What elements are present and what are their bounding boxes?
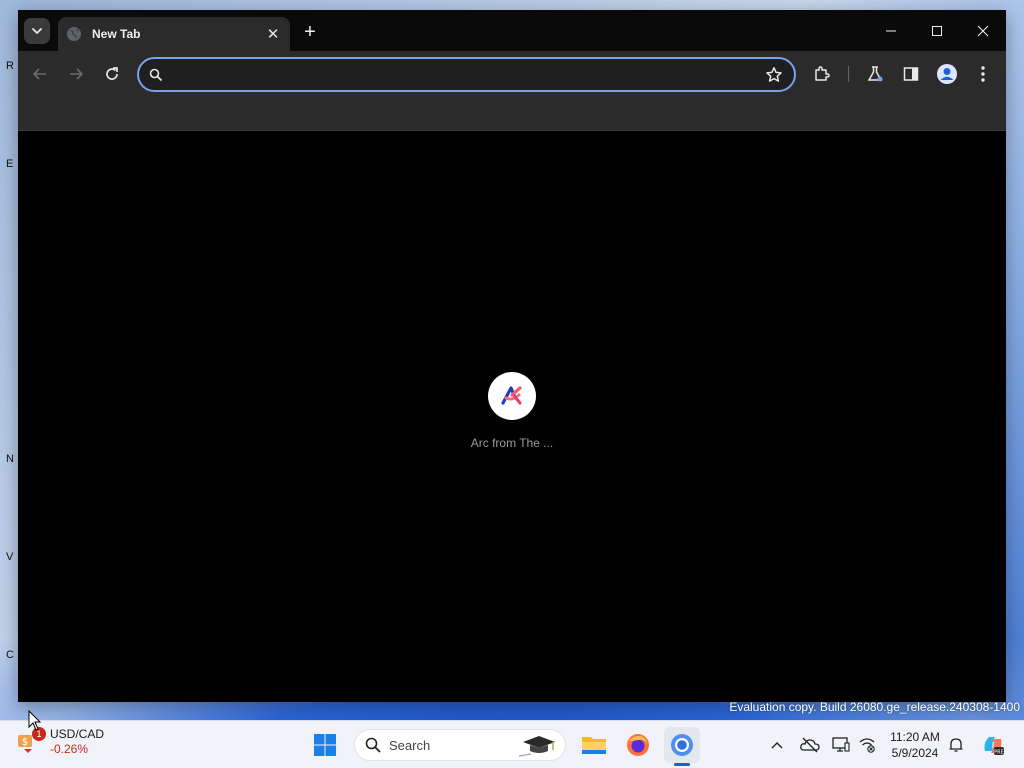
extensions-icon[interactable] (810, 62, 834, 86)
back-arrow-icon[interactable] (28, 62, 52, 86)
address-bar[interactable] (137, 57, 796, 92)
forward-arrow-icon[interactable] (64, 62, 88, 86)
svg-text:$: $ (22, 737, 28, 748)
toolbar-divider (848, 66, 849, 82)
evaluation-watermark: Evaluation copy. Build 26080.ge_release.… (729, 700, 1020, 714)
bookmark-star-icon[interactable] (754, 66, 794, 84)
chevron-down-icon (32, 28, 42, 34)
arc-logo-icon (488, 372, 536, 420)
omnibox-input[interactable] (173, 59, 754, 90)
svg-text:PRE: PRE (994, 750, 1004, 756)
maximize-icon[interactable] (914, 10, 960, 51)
labs-flask-icon[interactable] (863, 62, 887, 86)
taskbar-search-box[interactable]: Search (354, 729, 566, 761)
browser-toolbar (18, 51, 1006, 97)
widget-title: USD/CAD (50, 727, 105, 741)
close-tab-icon[interactable]: ✕ (264, 25, 282, 43)
clock-time: 11:20 AM (890, 730, 940, 744)
reload-icon[interactable] (100, 62, 124, 86)
display-icon[interactable] (830, 734, 852, 756)
more-menu-icon[interactable] (971, 62, 995, 86)
onedrive-offline-icon[interactable] (799, 734, 821, 756)
search-icon (139, 68, 173, 82)
shortcut-label: Arc from The ... (470, 436, 554, 450)
notifications-bell-icon[interactable] (945, 734, 967, 756)
graduation-cap-icon (519, 736, 555, 757)
shortcut-tile-arc[interactable]: Arc from The ... (458, 372, 566, 450)
bookmarks-bar (18, 97, 1006, 131)
file-explorer-icon[interactable] (576, 727, 612, 763)
browser-window: New Tab ✕ + Arc from The ... (18, 10, 1006, 702)
system-clock[interactable]: 11:20 AM 5/9/2024 (884, 729, 946, 761)
clock-date: 5/9/2024 (891, 746, 939, 760)
tab-strip: New Tab ✕ + (18, 10, 1006, 51)
chrome-icon[interactable] (664, 727, 700, 763)
taskbar-search-label: Search (389, 737, 431, 753)
minimize-icon[interactable] (868, 10, 914, 51)
globe-icon (66, 26, 82, 42)
window-controls (868, 10, 1006, 51)
copilot-icon[interactable]: PRE (980, 732, 1006, 758)
windows-start-icon[interactable] (307, 727, 343, 763)
widget-change: -0.26% (50, 742, 89, 756)
currency-chart-icon: $ 1 (16, 727, 46, 755)
mouse-cursor-icon (28, 710, 42, 731)
tab-title: New Tab (92, 27, 141, 41)
search-icon (365, 737, 381, 753)
taskbar: $ 1 USD/CAD -0.26% Search 11:20 AM 5/9/2… (0, 720, 1024, 768)
tab-search-button[interactable] (24, 18, 50, 44)
active-app-indicator (674, 763, 690, 766)
new-tab-page: Arc from The ... (18, 132, 1006, 702)
profile-icon[interactable] (935, 62, 959, 86)
show-hidden-icons-chevron[interactable] (766, 734, 788, 756)
network-icon[interactable] (856, 734, 878, 756)
tab-new-tab[interactable]: New Tab ✕ (58, 17, 290, 51)
new-tab-button[interactable]: + (298, 20, 322, 44)
firefox-icon[interactable] (620, 727, 656, 763)
close-icon[interactable] (960, 10, 1006, 51)
side-panel-icon[interactable] (899, 62, 923, 86)
